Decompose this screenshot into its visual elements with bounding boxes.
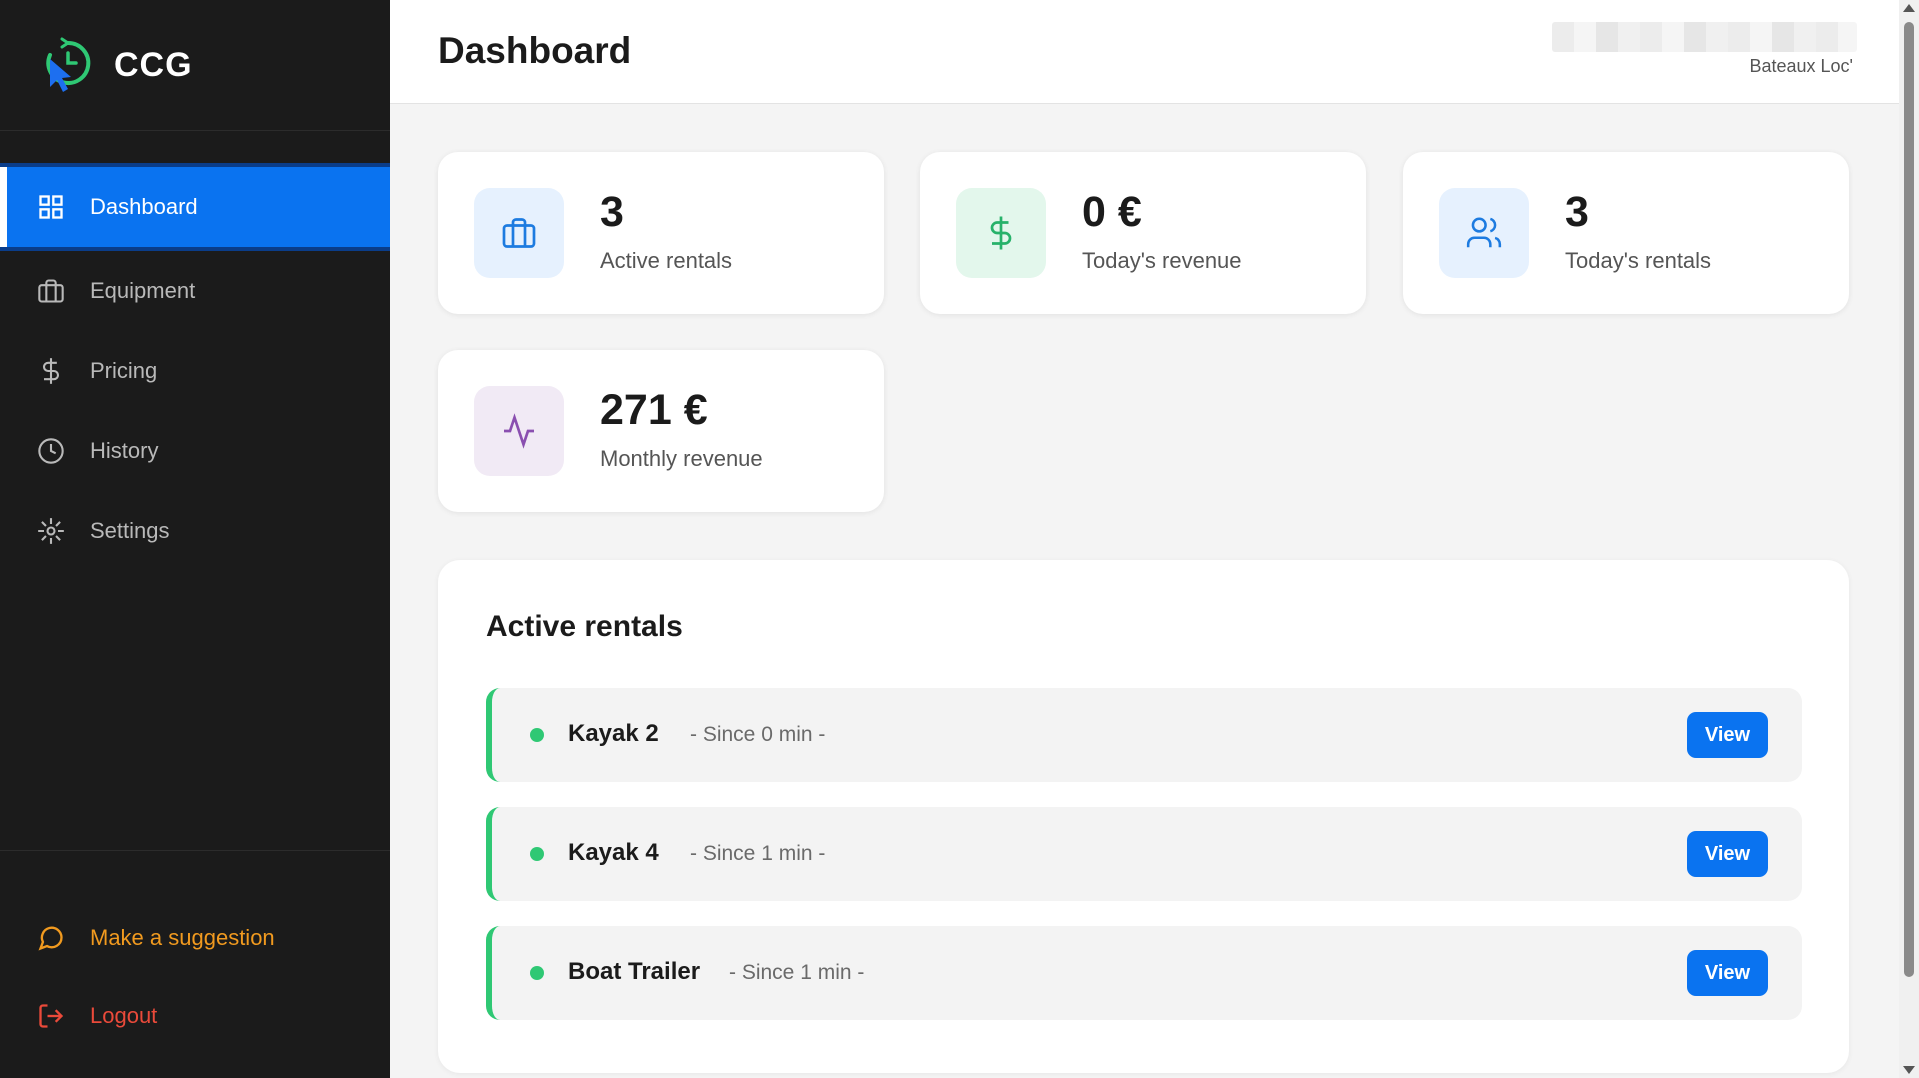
sidebar-item-label: Pricing — [90, 358, 158, 383]
stat-card-todays-revenue: 0 € Today's revenue — [920, 152, 1366, 314]
sidebar-item-label: History — [90, 438, 159, 463]
sidebar-item-label: Equipment — [90, 278, 196, 303]
briefcase-icon — [36, 276, 66, 306]
stat-value: 3 — [600, 188, 624, 236]
message-circle-icon — [36, 923, 66, 953]
make-suggestion-link[interactable]: Make a suggestion — [0, 899, 390, 977]
status-dot — [530, 966, 544, 980]
page-title: Dashboard — [438, 30, 632, 71]
logout-button[interactable]: Logout — [0, 977, 390, 1055]
dollar-icon — [956, 188, 1046, 278]
status-dot — [530, 847, 544, 861]
rental-duration: - Since 1 min - — [729, 961, 865, 984]
clock-icon — [36, 436, 66, 466]
rental-duration: - Since 0 min - — [690, 723, 826, 746]
rental-name: Kayak 2 — [568, 720, 659, 747]
logo-icon — [40, 35, 96, 95]
stat-label: Active rentals — [600, 248, 733, 273]
user-name-redacted — [1552, 22, 1857, 52]
active-rentals-panel: Active rentals Kayak 2 - Since 0 min - V… — [438, 560, 1849, 1073]
activity-icon — [474, 386, 564, 476]
view-button[interactable]: View — [1687, 831, 1768, 877]
sidebar-item-history[interactable]: History — [0, 411, 390, 491]
dollar-icon — [36, 356, 66, 386]
brand[interactable]: CCG — [0, 0, 390, 131]
stat-label: Today's revenue — [1082, 248, 1242, 273]
view-button[interactable]: View — [1687, 712, 1768, 758]
briefcase-icon — [474, 188, 564, 278]
rental-duration: - Since 1 min - — [690, 842, 826, 865]
sidebar-nav: Dashboard Equipment Pricing History Sett… — [0, 163, 390, 571]
sidebar: CCG Dashboard Equipment Pricing History — [0, 0, 390, 1078]
stat-label: Monthly revenue — [600, 446, 763, 471]
logout-label: Logout — [90, 1003, 158, 1028]
status-dot — [530, 728, 544, 742]
top-header: Dashboard Bateaux Loc' — [390, 0, 1899, 104]
list-item: Kayak 2 - Since 0 min - View — [486, 688, 1802, 782]
stat-card-todays-rentals: 3 Today's rentals — [1403, 152, 1849, 314]
grid-icon — [36, 192, 66, 222]
sidebar-footer: Make a suggestion Logout — [0, 850, 390, 1078]
scroll-thumb[interactable] — [1904, 22, 1914, 977]
scroll-down-icon[interactable] — [1903, 1066, 1915, 1074]
rental-name: Boat Trailer — [568, 958, 701, 985]
sidebar-item-label: Dashboard — [90, 194, 198, 219]
view-button[interactable]: View — [1687, 950, 1768, 996]
list-item: Kayak 4 - Since 1 min - View — [486, 807, 1802, 901]
panel-title: Active rentals — [486, 610, 683, 643]
list-item: Boat Trailer - Since 1 min - View — [486, 926, 1802, 1020]
stat-value: 0 € — [1082, 188, 1142, 236]
stat-card-active-rentals: 3 Active rentals — [438, 152, 884, 314]
sidebar-item-pricing[interactable]: Pricing — [0, 331, 390, 411]
main-content: 3 Active rentals 0 € Today's revenue 3 T… — [390, 104, 1899, 1078]
sidebar-item-dashboard[interactable]: Dashboard — [0, 163, 390, 251]
make-suggestion-label: Make a suggestion — [90, 925, 275, 950]
sidebar-item-settings[interactable]: Settings — [0, 491, 390, 571]
scrollbar[interactable] — [1899, 0, 1919, 1078]
stat-label: Today's rentals — [1565, 248, 1712, 273]
gear-icon — [36, 516, 66, 546]
brand-name: CCG — [114, 45, 193, 84]
rental-name: Kayak 4 — [568, 839, 659, 866]
sidebar-item-equipment[interactable]: Equipment — [0, 251, 390, 331]
stat-value: 271 € — [600, 386, 708, 434]
scroll-up-icon[interactable] — [1903, 4, 1915, 12]
stat-card-monthly-revenue: 271 € Monthly revenue — [438, 350, 884, 512]
logout-icon — [36, 1001, 66, 1031]
company-name: Bateaux Loc' — [1749, 56, 1853, 76]
sidebar-item-label: Settings — [90, 518, 170, 543]
stat-value: 3 — [1565, 188, 1589, 236]
users-icon — [1439, 188, 1529, 278]
